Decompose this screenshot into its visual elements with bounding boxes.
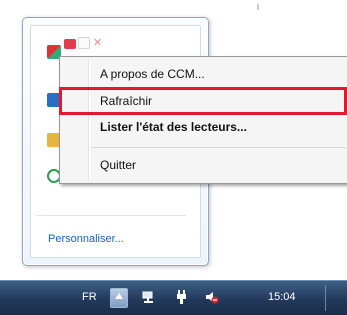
flyout-separator bbox=[36, 215, 186, 216]
menu-icon-gutter bbox=[88, 59, 90, 181]
blank-icon[interactable] bbox=[78, 37, 90, 49]
network-icon[interactable] bbox=[142, 290, 156, 304]
customize-link[interactable]: Personnaliser... bbox=[48, 233, 124, 245]
show-desktop-divider bbox=[325, 285, 326, 311]
menu-separator bbox=[92, 147, 346, 148]
red-app-icon[interactable] bbox=[64, 39, 76, 49]
menu-item-quit[interactable]: Quitter bbox=[100, 153, 136, 177]
context-menu: A propos de CCM... Rafraîchir Lister l'é… bbox=[59, 56, 347, 184]
menu-item-list-drives[interactable]: Lister l'état des lecteurs... bbox=[100, 115, 247, 139]
clock[interactable]: 15:04 bbox=[268, 291, 296, 303]
power-icon[interactable] bbox=[175, 290, 189, 304]
taskbar: FR 15:04 bbox=[0, 280, 347, 315]
red-x-icon[interactable]: ✕ bbox=[93, 38, 103, 49]
menu-item-about[interactable]: A propos de CCM... bbox=[100, 62, 205, 86]
language-indicator[interactable]: FR bbox=[82, 291, 97, 303]
speaker-muted-icon[interactable] bbox=[205, 290, 219, 304]
desktop-mark bbox=[257, 4, 259, 10]
chevron-up-icon bbox=[115, 293, 123, 299]
refresh-highlight-box bbox=[59, 87, 347, 115]
show-hidden-icons-arrow[interactable] bbox=[110, 288, 128, 308]
